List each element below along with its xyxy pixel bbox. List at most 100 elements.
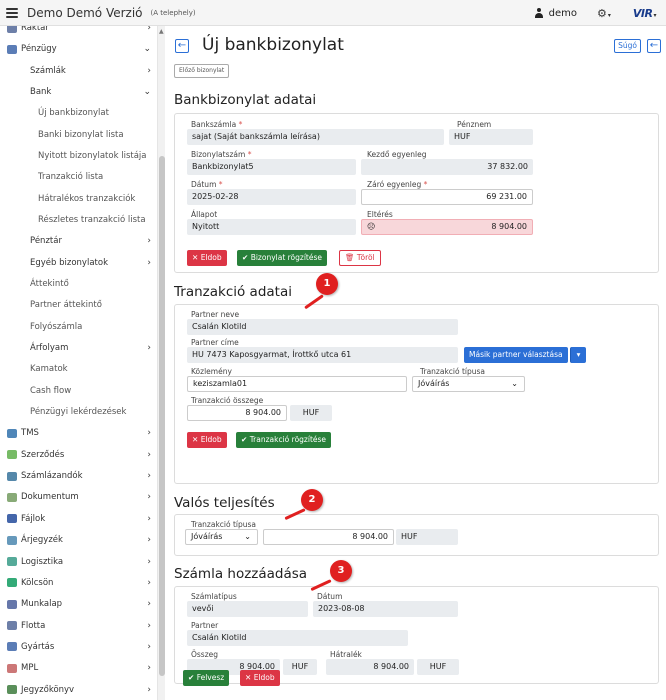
sidebar-item-partner-attekinto[interactable]: Partner áttekintő <box>0 296 157 314</box>
discard-button[interactable]: ✕ Eldob <box>240 670 280 686</box>
sidebar-item-flotta[interactable]: Flotta › <box>0 617 157 635</box>
user-menu[interactable]: demo <box>534 8 577 19</box>
account-field[interactable]: sajat (Saját bankszámla leírása) <box>187 129 444 145</box>
add-button[interactable]: ✔ Felvesz <box>183 670 230 686</box>
fulfillment-type-select[interactable]: Jóváírás ⌄ <box>185 529 258 545</box>
note-input[interactable]: keziszamla01 <box>187 376 407 392</box>
sidebar-item-munkalap[interactable]: Munkalap › <box>0 595 157 613</box>
date-field[interactable]: 2025-02-28 <box>187 189 356 205</box>
partner-address-field[interactable]: HU 7473 Kaposgyarmat, Írottkő utca 61 <box>187 347 458 363</box>
back-button[interactable]: ← <box>175 39 189 53</box>
dokumentum-icon <box>7 492 17 502</box>
sidebar-item-szerzodes[interactable]: Szerződés › <box>0 446 157 464</box>
sidebar-item-penzugyi-lekerdezesek[interactable]: Pénzügyi lekérdezések <box>0 403 157 421</box>
sidebar-item-folyoszamla[interactable]: Folyószámla <box>0 318 157 336</box>
currency-field[interactable]: HUF <box>449 129 533 145</box>
doc-number-label: Bizonylatszám * <box>191 150 252 159</box>
closing-balance-input[interactable]: 69 231.00 <box>361 189 533 205</box>
transaction-currency-field: HUF <box>290 405 332 421</box>
sidebar-item-raktar[interactable]: Raktár › <box>0 26 157 37</box>
partner-dropdown-toggle[interactable]: ▾ <box>570 347 586 363</box>
transaction-type-select[interactable]: Jóváírás ⌄ <box>412 376 525 392</box>
save-transaction-button[interactable]: ✔ Tranzakció rögzítése <box>236 432 332 448</box>
sidebar-item-logisztika[interactable]: Logisztika › <box>0 553 157 571</box>
top-bar: Demo Demó Verzió (A telephely) demo ⚙▾ V… <box>0 0 666 26</box>
sidebar-item-tms[interactable]: TMS › <box>0 424 157 442</box>
sidebar-item-bank[interactable]: Bank ⌄ <box>0 83 157 101</box>
trash-icon: 🗑 <box>345 253 355 262</box>
sidebar-item-szamlak[interactable]: Számlák › <box>0 62 157 80</box>
sidebar-item-label: Részletes tranzakció lista <box>38 215 146 226</box>
chevron-right-icon: › <box>147 65 151 76</box>
chevron-right-icon: › <box>147 620 151 631</box>
logo-menu[interactable]: VIR▾ <box>633 7 657 20</box>
invoice-partner-label: Partner <box>191 621 219 630</box>
sidebar-item-banki-bizonylat-lista[interactable]: Banki bizonylat lista <box>0 126 157 144</box>
invoice-due-label: Hátralék <box>330 650 362 659</box>
back-button-right[interactable]: ← <box>647 39 661 53</box>
transaction-amount-input[interactable]: 8 904.00 <box>187 405 287 421</box>
sidebar-item-label: Kamatok <box>30 364 68 375</box>
scrollbar-thumb[interactable] <box>159 156 165 676</box>
select-other-partner-button[interactable]: Másik partner választása <box>464 347 568 363</box>
settings-menu[interactable]: ⚙▾ <box>597 7 611 20</box>
sidebar-item-arjegyzek[interactable]: Árjegyzék › <box>0 531 157 549</box>
sidebar-scrollbar[interactable]: ▲ <box>157 26 165 700</box>
sidebar-item-label: Számlázandók <box>21 471 83 482</box>
sidebar-item-fajlok[interactable]: Fájlok › <box>0 510 157 528</box>
help-button[interactable]: Súgó <box>614 39 641 53</box>
sidebar-item-label: Bank <box>30 87 52 98</box>
sidebar-item-penztar[interactable]: Pénztár › <box>0 232 157 250</box>
gear-icon: ⚙ <box>597 6 607 20</box>
chevron-right-icon: › <box>147 492 151 503</box>
caret-down-icon: ▾ <box>576 350 581 359</box>
status-field[interactable]: Nyitott <box>187 219 356 235</box>
bank-section-title: Bankbizonylat adatai <box>174 92 317 108</box>
sidebar-item-tranzakcio-lista[interactable]: Tranzakció lista <box>0 168 157 186</box>
sidebar-item-label: Cash flow <box>30 385 72 396</box>
sidebar-item-penzugy[interactable]: Pénzügy ⌄ <box>0 40 157 58</box>
check-icon: ✔ <box>188 673 195 682</box>
sidebar-item-attekinto[interactable]: Áttekintő <box>0 275 157 293</box>
currency-label: Pénznem <box>457 120 492 129</box>
sidebar-item-kolcson[interactable]: Kölcsön › <box>0 574 157 592</box>
bank-card: Bankszámla * sajat (Saját bankszámla leí… <box>174 113 659 273</box>
sidebar-item-nyitott-bizonylatok-listaja[interactable]: Nyitott bizonylatok listája <box>0 147 157 165</box>
sidebar-item-dokumentum[interactable]: Dokumentum › <box>0 488 157 506</box>
sidebar-item-kamatok[interactable]: Kamatok <box>0 360 157 378</box>
invoice-type-field[interactable]: vevői <box>187 601 308 617</box>
app-subtitle: (A telephely) <box>150 8 196 17</box>
sidebar-item-egyeb-bizonylatok[interactable]: Egyéb bizonylatok › <box>0 254 157 272</box>
save-document-button[interactable]: ✔ Bizonylat rögzítése <box>237 250 328 266</box>
sidebar-item-gyartas[interactable]: Gyártás › <box>0 638 157 656</box>
chevron-down-icon: ⌄ <box>143 87 151 98</box>
sidebar-item-hatralekos-tranzakciok[interactable]: Hátralékos tranzakciók <box>0 190 157 208</box>
note-label: Közlemény <box>191 367 232 376</box>
chevron-right-icon: › <box>147 556 151 567</box>
sidebar-item-uj-bankbizonylat[interactable]: Új bankbizonylat <box>0 104 157 122</box>
sidebar-item-label: Partner áttekintő <box>30 300 102 311</box>
previous-document-button[interactable]: Előző bizonylat <box>174 64 230 78</box>
sidebar-item-szamlazandok[interactable]: Számlázandók › <box>0 467 157 485</box>
sidebar-item-mpl[interactable]: MPL › <box>0 659 157 677</box>
invoice-type-label: Számlatípus <box>191 592 237 601</box>
sidebar-item-jegyzokonyv[interactable]: Jegyzőkönyv › <box>0 681 157 699</box>
sidebar-item-arfolyam[interactable]: Árfolyam › <box>0 339 157 357</box>
discard-document-button[interactable]: ✕ Eldob <box>187 250 227 266</box>
menu-icon[interactable] <box>6 7 18 18</box>
scroll-up-icon[interactable]: ▲ <box>159 28 164 35</box>
sidebar-item-label: Raktár <box>21 26 49 33</box>
fulfillment-amount-input[interactable]: 8 904.00 <box>263 529 394 545</box>
opening-balance-field[interactable]: 37 832.00 <box>361 159 533 175</box>
invoice-date-field[interactable]: 2023-08-08 <box>313 601 458 617</box>
opening-balance-label: Kezdő egyenleg <box>367 150 427 159</box>
sidebar-item-cash-flow[interactable]: Cash flow <box>0 382 157 400</box>
discard-transaction-button[interactable]: ✕ Eldob <box>187 432 227 448</box>
doc-number-field[interactable]: Bankbizonylat5 <box>187 159 356 175</box>
invoice-partner-field[interactable]: Csalán Klotild <box>187 630 408 646</box>
sidebar-item-reszletes-tranzakcio-lista[interactable]: Részletes tranzakció lista <box>0 211 157 229</box>
difference-label: Eltérés <box>367 210 393 219</box>
delete-document-button[interactable]: 🗑 Töröl <box>339 250 381 266</box>
partner-name-field[interactable]: Csalán Klotild <box>187 319 458 335</box>
fulfillment-currency-field: HUF <box>396 529 458 545</box>
